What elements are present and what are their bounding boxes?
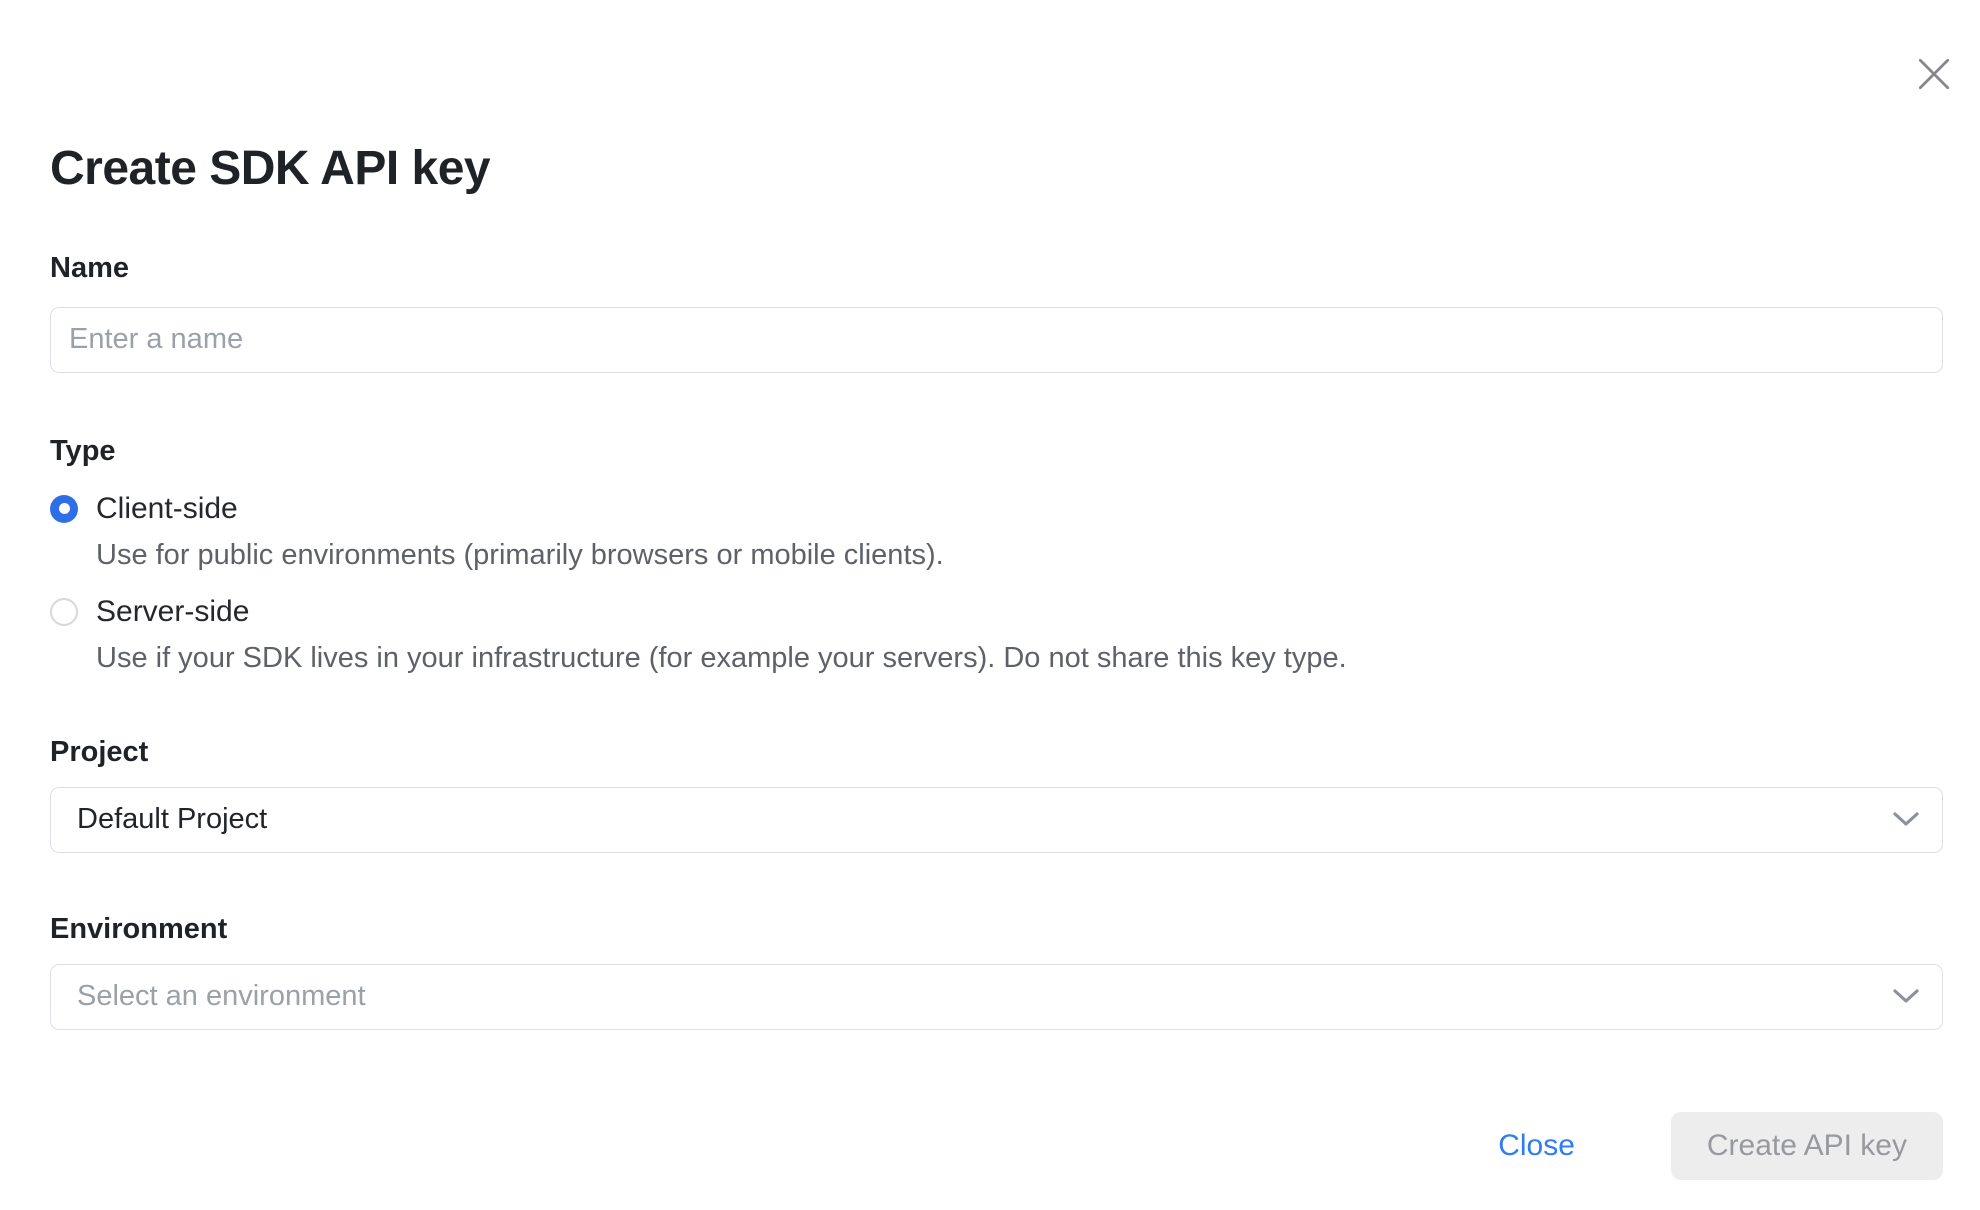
radio-unselected-icon[interactable]	[50, 598, 78, 626]
chevron-down-icon	[1892, 811, 1920, 828]
x-icon	[1915, 55, 1953, 93]
dialog-title: Create SDK API key	[50, 0, 1943, 198]
radio-option-client-side[interactable]: Client-side	[50, 492, 1943, 526]
environment-select-placeholder: Select an environment	[77, 980, 366, 1013]
radio-option-label: Client-side	[96, 492, 238, 526]
dialog-footer: Close Create API key	[50, 1112, 1943, 1180]
radio-option-server-side[interactable]: Server-side	[50, 595, 1943, 629]
radio-option-label: Server-side	[96, 595, 249, 629]
project-label: Project	[50, 736, 1943, 769]
type-radio-group: Client-side Use for public environments …	[50, 492, 1943, 678]
close-dialog-button[interactable]: Close	[1498, 1129, 1575, 1163]
close-button[interactable]	[1910, 50, 1958, 98]
environment-select[interactable]: Select an environment	[50, 964, 1943, 1030]
chevron-down-icon	[1892, 988, 1920, 1005]
environment-label: Environment	[50, 913, 1943, 946]
radio-selected-icon[interactable]	[50, 495, 78, 523]
create-sdk-api-key-dialog: Create SDK API key Name Type Client-side…	[0, 0, 1980, 1210]
radio-option-description: Use for public environments (primarily b…	[96, 535, 1943, 575]
project-select[interactable]: Default Project	[50, 787, 1943, 853]
project-select-value: Default Project	[77, 803, 267, 836]
type-label: Type	[50, 435, 1943, 468]
radio-option-description: Use if your SDK lives in your infrastruc…	[96, 638, 1943, 678]
name-input[interactable]	[50, 307, 1943, 373]
name-label: Name	[50, 252, 1943, 285]
create-api-key-button[interactable]: Create API key	[1671, 1112, 1943, 1180]
